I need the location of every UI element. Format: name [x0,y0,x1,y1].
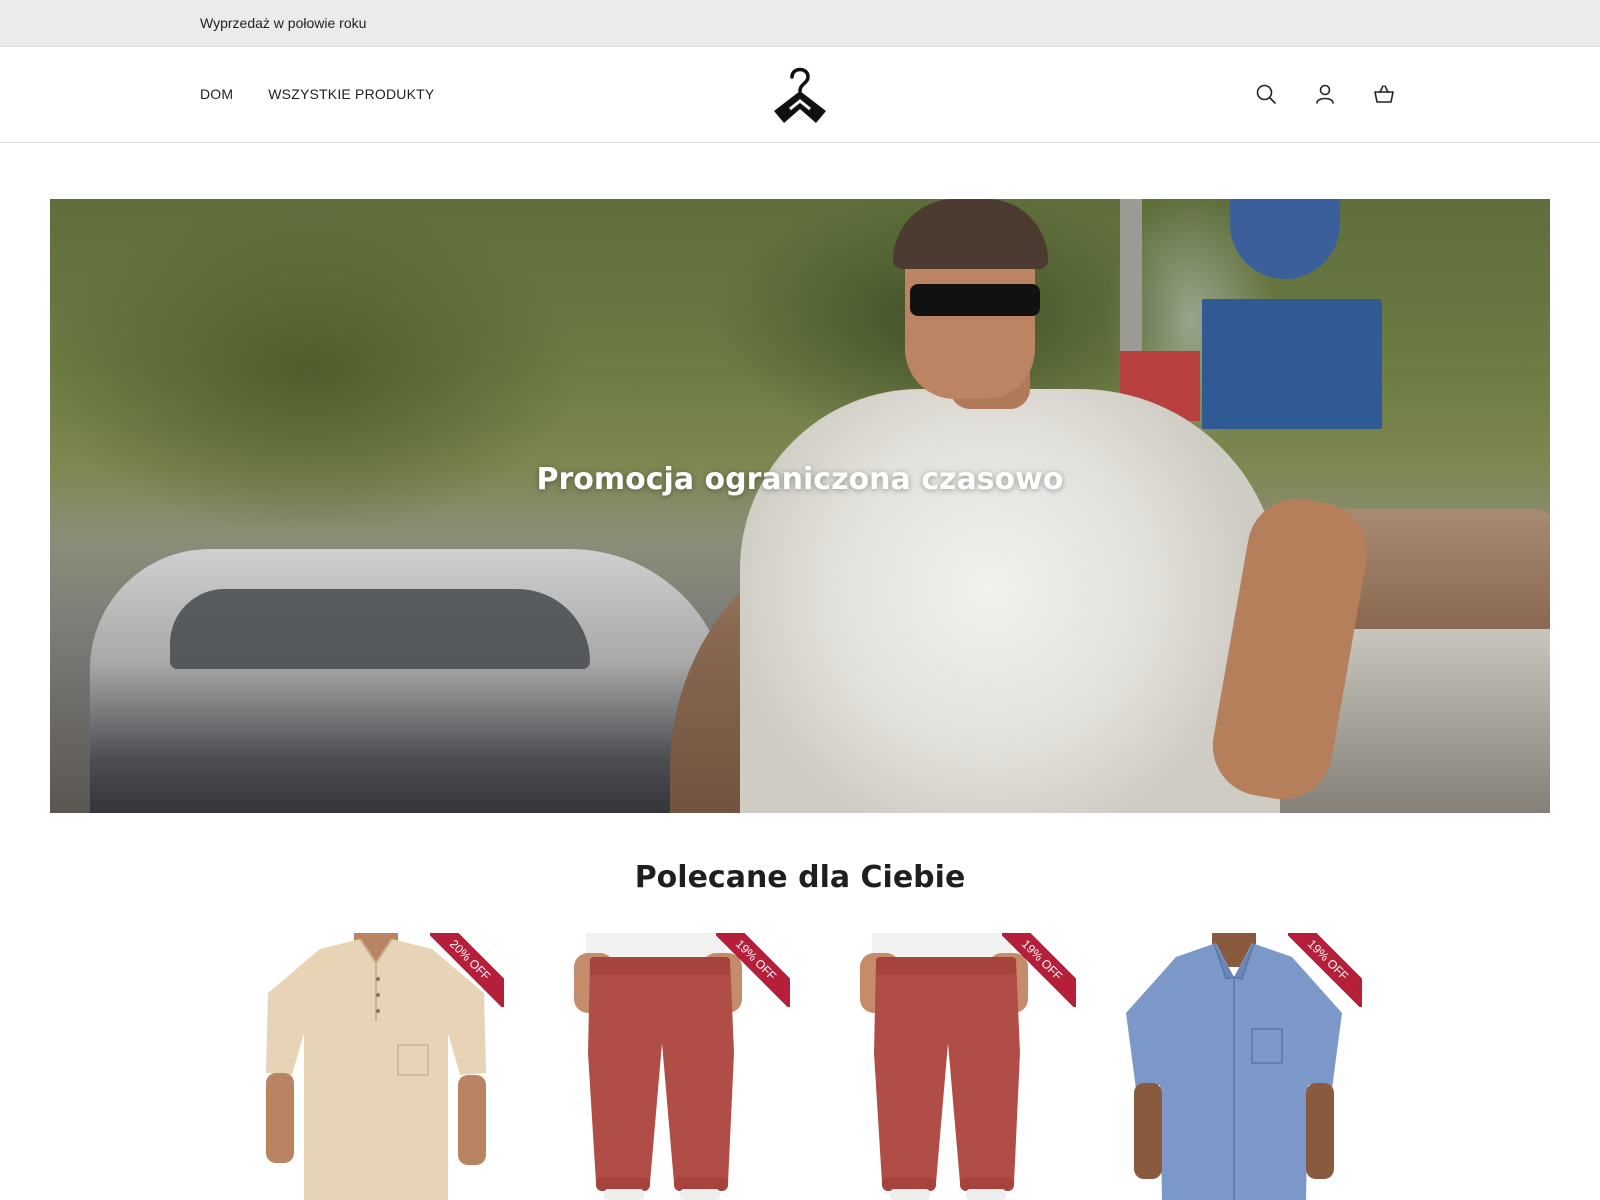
featured-section-title: Polecane dla Ciebie [634,860,966,895]
hero-street-sign [1202,299,1382,429]
account-icon[interactable] [1313,82,1337,106]
main-nav: DOM WSZYSTKIE PRODUKTY [200,86,434,102]
cart-icon[interactable] [1372,82,1396,106]
announcement-text: Wyprzedaż w połowie roku [200,15,367,31]
product-card[interactable]: 19% OFF [820,933,1076,1200]
hanger-logo-icon [774,67,826,123]
nav-link-all-products[interactable]: WSZYSTKIE PRODUKTY [268,86,434,102]
nav-link-home[interactable]: DOM [200,86,233,102]
hero-banner[interactable]: Promocja ograniczona czasowo [50,199,1550,813]
product-grid: 20% OFF 19% OFF 19% OFF 19% OFF [248,933,1362,1200]
discount-badge: 20% OFF [430,933,504,1007]
announcement-bar: Wyprzedaż w połowie roku [0,0,1600,47]
site-header: DOM WSZYSTKIE PRODUKTY [0,47,1600,143]
discount-ribbon: 20% OFF [430,933,504,1007]
header-actions [1254,82,1396,106]
product-card[interactable]: 19% OFF [1106,933,1362,1200]
search-icon[interactable] [1254,82,1278,106]
discount-ribbon: 19% OFF [716,933,790,1007]
hero-title: Promocja ograniczona czasowo [536,462,1064,497]
product-card[interactable]: 19% OFF [534,933,790,1200]
discount-badge: 19% OFF [1288,933,1362,1007]
discount-badge: 19% OFF [1002,933,1076,1007]
hero-background-foliage [50,199,750,579]
discount-badge: 19% OFF [716,933,790,1007]
discount-ribbon: 19% OFF [1288,933,1362,1007]
store-logo[interactable] [768,63,832,127]
discount-ribbon: 19% OFF [1002,933,1076,1007]
product-card[interactable]: 20% OFF [248,933,504,1200]
hero-car [90,549,730,813]
hero-model-sunglasses [910,284,1040,316]
hero-model-shirt [740,389,1280,813]
